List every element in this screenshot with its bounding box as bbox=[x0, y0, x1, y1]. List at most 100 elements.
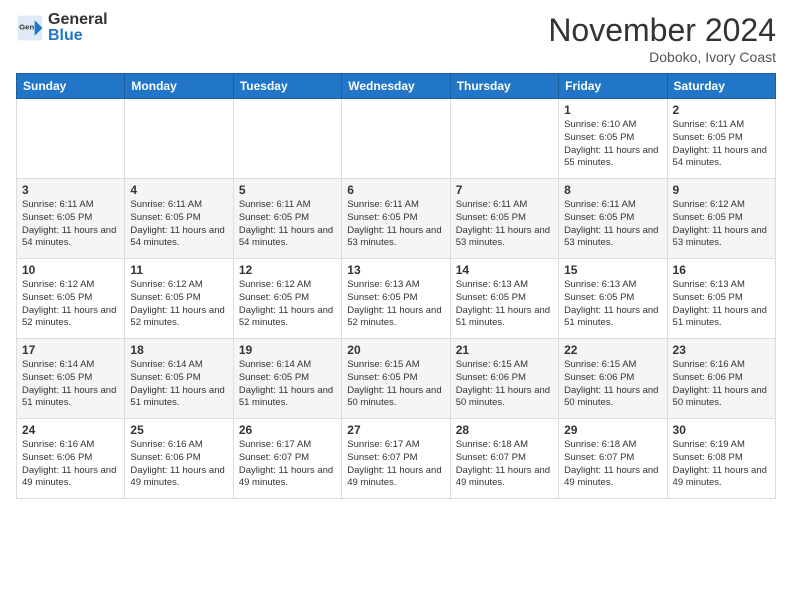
day-number: 4 bbox=[130, 183, 227, 197]
day-number: 29 bbox=[564, 423, 661, 437]
calendar-header: Sunday Monday Tuesday Wednesday Thursday… bbox=[17, 74, 776, 99]
day-info: Sunrise: 6:16 AM Sunset: 6:06 PM Dayligh… bbox=[130, 439, 227, 490]
day-cell-0-0 bbox=[17, 99, 125, 179]
day-info: Sunrise: 6:16 AM Sunset: 6:06 PM Dayligh… bbox=[22, 439, 119, 490]
day-number: 9 bbox=[673, 183, 770, 197]
day-info: Sunrise: 6:15 AM Sunset: 6:06 PM Dayligh… bbox=[564, 359, 661, 410]
day-cell-2-1: 11Sunrise: 6:12 AM Sunset: 6:05 PM Dayli… bbox=[125, 259, 233, 339]
day-cell-4-3: 27Sunrise: 6:17 AM Sunset: 6:07 PM Dayli… bbox=[342, 419, 450, 499]
day-number: 15 bbox=[564, 263, 661, 277]
day-info: Sunrise: 6:12 AM Sunset: 6:05 PM Dayligh… bbox=[22, 279, 119, 330]
day-cell-3-0: 17Sunrise: 6:14 AM Sunset: 6:05 PM Dayli… bbox=[17, 339, 125, 419]
col-saturday: Saturday bbox=[667, 74, 775, 99]
day-info: Sunrise: 6:13 AM Sunset: 6:05 PM Dayligh… bbox=[347, 279, 444, 330]
day-cell-3-1: 18Sunrise: 6:14 AM Sunset: 6:05 PM Dayli… bbox=[125, 339, 233, 419]
day-number: 21 bbox=[456, 343, 553, 357]
day-info: Sunrise: 6:16 AM Sunset: 6:06 PM Dayligh… bbox=[673, 359, 770, 410]
logo-blue-text: Blue bbox=[48, 28, 108, 44]
header: Gen General Blue November 2024 Doboko, I… bbox=[16, 12, 776, 65]
day-info: Sunrise: 6:11 AM Sunset: 6:05 PM Dayligh… bbox=[564, 199, 661, 250]
day-cell-0-5: 1Sunrise: 6:10 AM Sunset: 6:05 PM Daylig… bbox=[559, 99, 667, 179]
day-info: Sunrise: 6:14 AM Sunset: 6:05 PM Dayligh… bbox=[239, 359, 336, 410]
day-cell-2-0: 10 Sunrise: 6:12 AM Sunset: 6:05 PM Dayli… bbox=[17, 259, 125, 339]
day-cell-1-5: 8 Sunrise: 6:11 AM Sunset: 6:05 PM Daylig… bbox=[559, 179, 667, 259]
day-number: 7 bbox=[456, 183, 553, 197]
day-info: Sunrise: 6:11 AM Sunset: 6:05 PM Dayligh… bbox=[22, 199, 119, 250]
svg-text:Gen: Gen bbox=[19, 23, 34, 32]
day-number: 14 bbox=[456, 263, 553, 277]
day-cell-1-6: 9 Sunrise: 6:12 AM Sunset: 6:05 PM Daylig… bbox=[667, 179, 775, 259]
location: Doboko, Ivory Coast bbox=[548, 49, 776, 65]
day-cell-4-2: 26 Sunrise: 6:17 AM Sunset: 6:07 PM Dayli… bbox=[233, 419, 341, 499]
logo-icon: Gen bbox=[16, 14, 44, 42]
day-number: 23 bbox=[673, 343, 770, 357]
week-row-3: 17Sunrise: 6:14 AM Sunset: 6:05 PM Dayli… bbox=[17, 339, 776, 419]
week-row-4: 24Sunrise: 6:16 AM Sunset: 6:06 PM Dayli… bbox=[17, 419, 776, 499]
col-friday: Friday bbox=[559, 74, 667, 99]
day-cell-1-1: 4 Sunrise: 6:11 AM Sunset: 6:05 PM Daylig… bbox=[125, 179, 233, 259]
col-wednesday: Wednesday bbox=[342, 74, 450, 99]
day-info: Sunrise: 6:11 AM Sunset: 6:05 PM Dayligh… bbox=[130, 199, 227, 250]
day-info: Sunrise: 6:10 AM Sunset: 6:05 PM Dayligh… bbox=[564, 119, 661, 170]
week-row-1: 3Sunrise: 6:11 AM Sunset: 6:05 PM Daylig… bbox=[17, 179, 776, 259]
day-number: 8 bbox=[564, 183, 661, 197]
day-cell-3-2: 19Sunrise: 6:14 AM Sunset: 6:05 PM Dayli… bbox=[233, 339, 341, 419]
month-title: November 2024 bbox=[548, 12, 776, 49]
day-cell-2-6: 16 Sunrise: 6:13 AM Sunset: 6:05 PM Dayli… bbox=[667, 259, 775, 339]
day-info: Sunrise: 6:13 AM Sunset: 6:05 PM Dayligh… bbox=[673, 279, 770, 330]
day-cell-2-2: 12Sunrise: 6:12 AM Sunset: 6:05 PM Dayli… bbox=[233, 259, 341, 339]
day-number: 30 bbox=[673, 423, 770, 437]
header-row: Sunday Monday Tuesday Wednesday Thursday… bbox=[17, 74, 776, 99]
day-cell-2-4: 14 Sunrise: 6:13 AM Sunset: 6:05 PM Dayli… bbox=[450, 259, 558, 339]
calendar: Sunday Monday Tuesday Wednesday Thursday… bbox=[16, 73, 776, 499]
day-info: Sunrise: 6:12 AM Sunset: 6:05 PM Dayligh… bbox=[673, 199, 770, 250]
title-area: November 2024 Doboko, Ivory Coast bbox=[548, 12, 776, 65]
day-info: Sunrise: 6:15 AM Sunset: 6:05 PM Dayligh… bbox=[347, 359, 444, 410]
day-cell-3-5: 22 Sunrise: 6:15 AM Sunset: 6:06 PM Dayli… bbox=[559, 339, 667, 419]
day-cell-0-6: 2Sunrise: 6:11 AM Sunset: 6:05 PM Daylig… bbox=[667, 99, 775, 179]
day-cell-1-0: 3Sunrise: 6:11 AM Sunset: 6:05 PM Daylig… bbox=[17, 179, 125, 259]
logo-text: General Blue bbox=[48, 12, 108, 44]
day-number: 26 bbox=[239, 423, 336, 437]
day-number: 6 bbox=[347, 183, 444, 197]
day-info: Sunrise: 6:18 AM Sunset: 6:07 PM Dayligh… bbox=[456, 439, 553, 490]
day-number: 22 bbox=[564, 343, 661, 357]
logo-general-text: General bbox=[48, 12, 108, 28]
day-info: Sunrise: 6:14 AM Sunset: 6:05 PM Dayligh… bbox=[22, 359, 119, 410]
day-cell-2-3: 13Sunrise: 6:13 AM Sunset: 6:05 PM Dayli… bbox=[342, 259, 450, 339]
col-thursday: Thursday bbox=[450, 74, 558, 99]
day-number: 25 bbox=[130, 423, 227, 437]
day-info: Sunrise: 6:11 AM Sunset: 6:05 PM Dayligh… bbox=[673, 119, 770, 170]
day-cell-1-4: 7 Sunrise: 6:11 AM Sunset: 6:05 PM Daylig… bbox=[450, 179, 558, 259]
day-info: Sunrise: 6:11 AM Sunset: 6:05 PM Dayligh… bbox=[456, 199, 553, 250]
day-info: Sunrise: 6:13 AM Sunset: 6:05 PM Dayligh… bbox=[564, 279, 661, 330]
day-info: Sunrise: 6:11 AM Sunset: 6:05 PM Dayligh… bbox=[239, 199, 336, 250]
day-number: 12 bbox=[239, 263, 336, 277]
week-row-0: 1Sunrise: 6:10 AM Sunset: 6:05 PM Daylig… bbox=[17, 99, 776, 179]
page: Gen General Blue November 2024 Doboko, I… bbox=[0, 0, 792, 507]
day-info: Sunrise: 6:13 AM Sunset: 6:05 PM Dayligh… bbox=[456, 279, 553, 330]
col-monday: Monday bbox=[125, 74, 233, 99]
day-number: 20 bbox=[347, 343, 444, 357]
day-cell-0-3 bbox=[342, 99, 450, 179]
day-number: 16 bbox=[673, 263, 770, 277]
day-cell-4-4: 28 Sunrise: 6:18 AM Sunset: 6:07 PM Dayli… bbox=[450, 419, 558, 499]
day-cell-1-3: 6 Sunrise: 6:11 AM Sunset: 6:05 PM Daylig… bbox=[342, 179, 450, 259]
day-info: Sunrise: 6:15 AM Sunset: 6:06 PM Dayligh… bbox=[456, 359, 553, 410]
week-row-2: 10 Sunrise: 6:12 AM Sunset: 6:05 PM Dayli… bbox=[17, 259, 776, 339]
day-info: Sunrise: 6:18 AM Sunset: 6:07 PM Dayligh… bbox=[564, 439, 661, 490]
day-cell-3-3: 20 Sunrise: 6:15 AM Sunset: 6:05 PM Dayli… bbox=[342, 339, 450, 419]
col-tuesday: Tuesday bbox=[233, 74, 341, 99]
day-number: 28 bbox=[456, 423, 553, 437]
day-cell-4-0: 24Sunrise: 6:16 AM Sunset: 6:06 PM Dayli… bbox=[17, 419, 125, 499]
logo: Gen General Blue bbox=[16, 12, 108, 44]
day-cell-0-4 bbox=[450, 99, 558, 179]
day-info: Sunrise: 6:11 AM Sunset: 6:05 PM Dayligh… bbox=[347, 199, 444, 250]
day-cell-3-6: 23 Sunrise: 6:16 AM Sunset: 6:06 PM Dayli… bbox=[667, 339, 775, 419]
day-cell-0-1 bbox=[125, 99, 233, 179]
day-info: Sunrise: 6:17 AM Sunset: 6:07 PM Dayligh… bbox=[347, 439, 444, 490]
day-number: 10 bbox=[22, 263, 119, 277]
day-info: Sunrise: 6:17 AM Sunset: 6:07 PM Dayligh… bbox=[239, 439, 336, 490]
day-number: 11 bbox=[130, 263, 227, 277]
day-number: 18 bbox=[130, 343, 227, 357]
